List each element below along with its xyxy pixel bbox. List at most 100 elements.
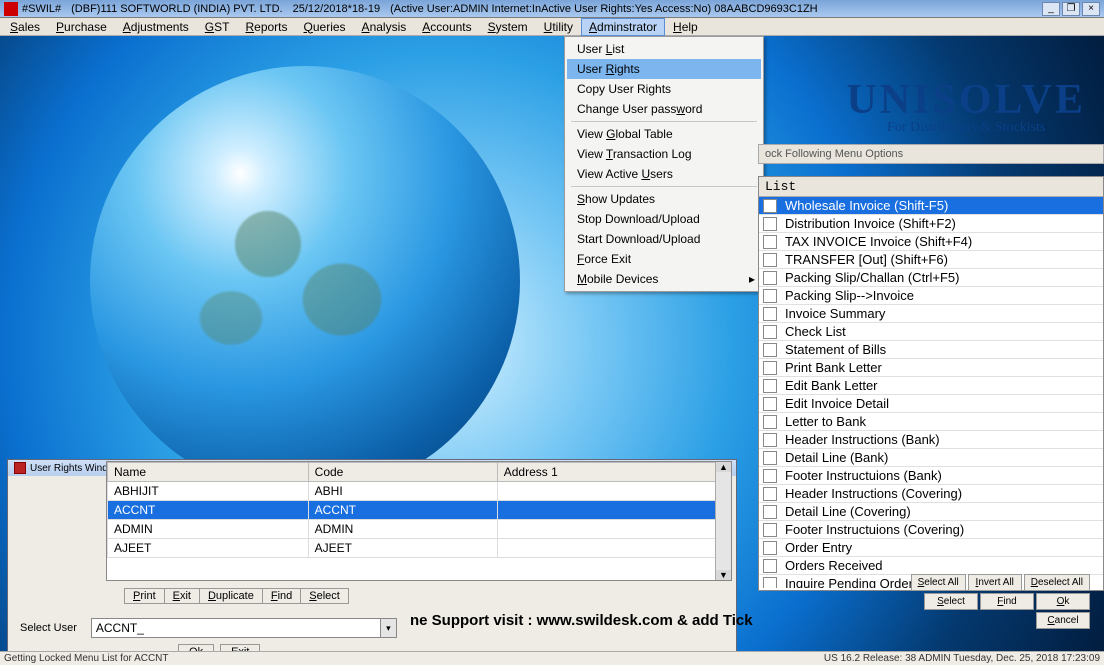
ok-button[interactable]: Ok [178, 644, 214, 651]
deselect-all-button[interactable]: Deselect All [1024, 574, 1090, 591]
menu-bar[interactable]: SalesPurchaseAdjustmentsGSTReportsQuerie… [0, 18, 1104, 36]
checkbox[interactable] [763, 523, 777, 537]
checkbox[interactable] [763, 433, 777, 447]
menu-item-user-rights[interactable]: User Rights [567, 59, 761, 79]
list-item[interactable]: Edit Invoice Detail [759, 395, 1103, 413]
menu-system[interactable]: System [480, 18, 536, 36]
checkbox[interactable] [763, 289, 777, 303]
administrator-menu[interactable]: User ListUser RightsCopy User RightsChan… [564, 36, 764, 292]
col-header[interactable]: Name [108, 463, 309, 482]
menu-purchase[interactable]: Purchase [48, 18, 115, 36]
checkbox[interactable] [763, 577, 777, 589]
checkbox[interactable] [763, 541, 777, 555]
maximize-button[interactable]: ❐ [1062, 2, 1080, 16]
menu-item-show-updates[interactable]: Show Updates [567, 189, 761, 209]
list-item[interactable]: Footer Instructuions (Bank) [759, 467, 1103, 485]
menu-item-view-global-table[interactable]: View Global Table [567, 124, 761, 144]
checkbox[interactable] [763, 487, 777, 501]
menu-item-force-exit[interactable]: Force Exit [567, 249, 761, 269]
list-item[interactable]: Edit Bank Letter [759, 377, 1103, 395]
checkbox[interactable] [763, 361, 777, 375]
checkbox[interactable] [763, 199, 777, 213]
checkbox[interactable] [763, 325, 777, 339]
ok-button[interactable]: Ok [1036, 593, 1090, 610]
exit-button[interactable]: Exit [220, 644, 260, 651]
checkbox[interactable] [763, 379, 777, 393]
select-button[interactable]: Select [300, 588, 349, 604]
checkbox[interactable] [763, 451, 777, 465]
checkbox[interactable] [763, 343, 777, 357]
checkbox[interactable] [763, 271, 777, 285]
select-all-button[interactable]: Select All [911, 574, 966, 591]
table-row[interactable]: ACCNTACCNT [108, 501, 731, 520]
table-row[interactable]: AJEETAJEET [108, 539, 731, 558]
list-item[interactable]: Invoice Summary [759, 305, 1103, 323]
select-user-input[interactable] [91, 618, 381, 638]
menu-gst[interactable]: GST [197, 18, 238, 36]
checkbox[interactable] [763, 253, 777, 267]
checkbox[interactable] [763, 469, 777, 483]
list-item[interactable]: Detail Line (Covering) [759, 503, 1103, 521]
checkbox[interactable] [763, 307, 777, 321]
menu-item-start-download-upload[interactable]: Start Download/Upload [567, 229, 761, 249]
menu-reports[interactable]: Reports [237, 18, 295, 36]
list-item[interactable]: TRANSFER [Out] (Shift+F6) [759, 251, 1103, 269]
menu-item-view-active-users[interactable]: View Active Users [567, 164, 761, 184]
window-buttons: _ ❐ × [1042, 2, 1100, 16]
lock-list-items[interactable]: Wholesale Invoice (Shift-F5)Distribution… [759, 197, 1103, 588]
find-button[interactable]: Find [262, 588, 300, 604]
duplicate-button[interactable]: Duplicate [199, 588, 262, 604]
menu-queries[interactable]: Queries [296, 18, 354, 36]
menu-accounts[interactable]: Accounts [414, 18, 479, 36]
select-button[interactable]: Select [924, 593, 978, 610]
cancel-button[interactable]: Cancel [1036, 612, 1090, 629]
col-header[interactable]: Code [308, 463, 497, 482]
close-button[interactable]: × [1082, 2, 1100, 16]
menu-item-user-list[interactable]: User List [567, 39, 761, 59]
invert-all-button[interactable]: Invert All [968, 574, 1022, 591]
checkbox[interactable] [763, 559, 777, 573]
menu-adjustments[interactable]: Adjustments [115, 18, 197, 36]
select-user-dropdown[interactable]: ▾ [381, 618, 397, 638]
checkbox[interactable] [763, 217, 777, 231]
checkbox[interactable] [763, 235, 777, 249]
menu-item-mobile-devices[interactable]: Mobile Devices [567, 269, 761, 289]
menu-item-view-transaction-log[interactable]: View Transaction Log [567, 144, 761, 164]
scrollbar[interactable] [715, 462, 731, 580]
checkbox[interactable] [763, 505, 777, 519]
list-item[interactable]: Header Instructions (Covering) [759, 485, 1103, 503]
list-item[interactable]: Letter to Bank [759, 413, 1103, 431]
menu-sales[interactable]: Sales [2, 18, 48, 36]
menu-help[interactable]: Help [665, 18, 706, 36]
list-item[interactable]: Print Bank Letter [759, 359, 1103, 377]
list-item[interactable]: Order Entry [759, 539, 1103, 557]
list-item[interactable]: Detail Line (Bank) [759, 449, 1103, 467]
select-user-row: Select User ▾ [20, 618, 397, 638]
find-button[interactable]: Find [980, 593, 1034, 610]
checkbox[interactable] [763, 397, 777, 411]
exit-button[interactable]: Exit [164, 588, 199, 604]
list-item[interactable]: Packing Slip/Challan (Ctrl+F5) [759, 269, 1103, 287]
col-header[interactable]: Address 1 [497, 463, 730, 482]
list-item[interactable]: Wholesale Invoice (Shift-F5) [759, 197, 1103, 215]
table-row[interactable]: ABHIJITABHI [108, 482, 731, 501]
menu-item-change-user-password[interactable]: Change User password [567, 99, 761, 119]
user-grid[interactable]: NameCodeAddress 1ABHIJITABHIACCNTACCNTAD… [106, 461, 732, 581]
menu-analysis[interactable]: Analysis [354, 18, 415, 36]
list-item[interactable]: Statement of Bills [759, 341, 1103, 359]
list-item[interactable]: TAX INVOICE Invoice (Shift+F4) [759, 233, 1103, 251]
list-item[interactable]: Packing Slip-->Invoice [759, 287, 1103, 305]
checkbox[interactable] [763, 415, 777, 429]
minimize-button[interactable]: _ [1042, 2, 1060, 16]
list-item[interactable]: Header Instructions (Bank) [759, 431, 1103, 449]
menu-adminstrator[interactable]: Adminstrator [581, 18, 665, 36]
list-item[interactable]: Distribution Invoice (Shift+F2) [759, 215, 1103, 233]
menu-item-copy-user-rights[interactable]: Copy User Rights [567, 79, 761, 99]
table-row[interactable]: ADMINADMIN [108, 520, 731, 539]
list-item[interactable]: Check List [759, 323, 1103, 341]
list-item[interactable]: Orders Received [759, 557, 1103, 575]
menu-utility[interactable]: Utility [536, 18, 581, 36]
list-item[interactable]: Footer Instructuions (Covering) [759, 521, 1103, 539]
print-button[interactable]: Print [124, 588, 164, 604]
menu-item-stop-download-upload[interactable]: Stop Download/Upload [567, 209, 761, 229]
